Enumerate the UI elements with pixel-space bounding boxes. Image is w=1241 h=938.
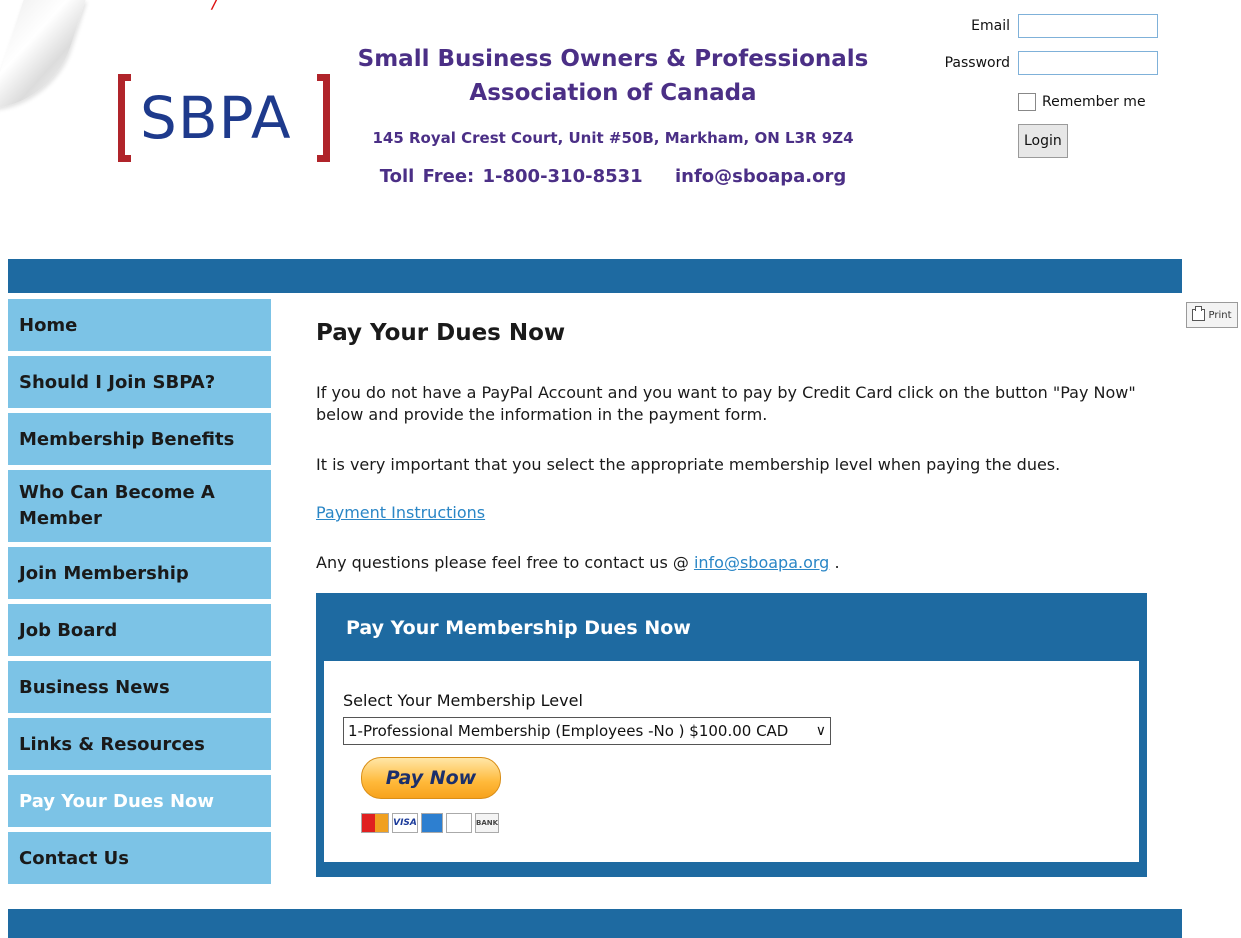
- password-row: Password: [930, 51, 1158, 75]
- sidebar-item-label: Join Membership: [19, 562, 189, 584]
- main-content: Pay Your Dues Now If you do not have a P…: [316, 320, 1156, 572]
- remember-me-label: Remember me: [1042, 94, 1146, 110]
- print-button[interactable]: Print: [1186, 302, 1238, 328]
- logo-right-bracket: [317, 74, 330, 162]
- sidebar-item-join-membership[interactable]: Join Membership: [8, 547, 271, 599]
- membership-level-notice: It is very important that you select the…: [316, 455, 1061, 474]
- top-nav-bar: [8, 259, 1182, 293]
- discover-icon: [446, 813, 472, 833]
- password-field[interactable]: [1018, 51, 1158, 75]
- org-name-line1: Small Business Owners & Professionals: [357, 46, 869, 72]
- card-logos: VISA BANK: [361, 813, 499, 833]
- sidebar-item-should-i-join[interactable]: Should I Join SBPA?: [8, 356, 271, 408]
- contact-email-link[interactable]: info@sboapa.org: [694, 553, 829, 572]
- amex-icon: [421, 813, 443, 833]
- sidebar-item-contact-us[interactable]: Contact Us: [8, 832, 271, 884]
- sidebar-item-label: Business News: [19, 676, 170, 698]
- email-row: Email: [930, 14, 1158, 38]
- sidebar-item-label: Links & Resources: [19, 733, 205, 755]
- sidebar-item-label: Membership Benefits: [19, 428, 235, 450]
- sidebar-item-job-board[interactable]: Job Board: [8, 604, 271, 656]
- org-address: 145 Royal Crest Court, Unit #50B, Markha…: [372, 129, 854, 147]
- page-curl-decoration: [0, 0, 86, 108]
- sidebar-item-business-news[interactable]: Business News: [8, 661, 271, 713]
- printer-icon: [1192, 306, 1206, 321]
- chevron-down-icon: ∨: [815, 723, 826, 739]
- payment-instructions-link[interactable]: Payment Instructions: [316, 503, 485, 522]
- sidebar-item-links-resources[interactable]: Links & Resources: [8, 718, 271, 770]
- sidebar-item-pay-your-dues[interactable]: Pay Your Dues Now: [8, 775, 271, 827]
- pay-now-button[interactable]: Pay Now: [361, 757, 501, 799]
- footer-bar: [8, 909, 1182, 938]
- membership-level-label: Select Your Membership Level: [343, 691, 583, 710]
- org-contact: Toll Free: 1-800-310-8531 info@sboapa.or…: [340, 166, 886, 187]
- sidebar-item-label: Job Board: [19, 619, 118, 641]
- print-button-label: Print: [1208, 309, 1232, 321]
- paypal-instructions-text: If you do not have a PayPal Account and …: [316, 383, 1136, 424]
- sidebar-item-label: Pay Your Dues Now: [19, 790, 215, 812]
- org-email[interactable]: info@sboapa.org: [675, 166, 846, 187]
- visa-icon: VISA: [392, 813, 418, 833]
- sidebar-item-home[interactable]: Home: [8, 299, 271, 351]
- page-title: Pay Your Dues Now: [316, 320, 566, 346]
- email-label: Email: [971, 18, 1010, 34]
- membership-level-select[interactable]: 1-Professional Membership (Employees -No…: [343, 717, 831, 745]
- toll-free-number: Toll Free: 1-800-310-8531: [379, 166, 643, 187]
- org-name-line2: Association of Canada: [469, 80, 757, 106]
- sbpa-logo[interactable]: SBPA: [118, 72, 330, 166]
- red-mark-decoration: /: [212, 0, 219, 13]
- dues-panel-body: Select Your Membership Level 1-Professio…: [324, 661, 1139, 862]
- contact-suffix: .: [834, 553, 840, 572]
- org-name: Small Business Owners & Professionals As…: [340, 42, 886, 110]
- sidebar-item-label: Contact Us: [19, 847, 130, 869]
- contact-prefix: Any questions please feel free to contac…: [316, 553, 689, 572]
- password-label: Password: [944, 55, 1010, 71]
- dues-payment-panel: Pay Your Membership Dues Now Select Your…: [316, 593, 1147, 877]
- sidebar-item-label: Home: [19, 314, 78, 336]
- mastercard-icon: [361, 813, 389, 833]
- remember-me[interactable]: Remember me: [1018, 93, 1146, 111]
- logo-text: SBPA: [140, 84, 292, 152]
- login-button[interactable]: Login: [1018, 124, 1068, 158]
- bank-icon: BANK: [475, 813, 499, 833]
- sidebar-item-label: Should I Join SBPA?: [19, 371, 216, 393]
- remember-me-checkbox[interactable]: [1018, 93, 1036, 111]
- contact-line: Any questions please feel free to contac…: [316, 552, 840, 574]
- dues-panel-title: Pay Your Membership Dues Now: [346, 617, 691, 639]
- email-field[interactable]: [1018, 14, 1158, 38]
- logo-left-bracket: [118, 74, 131, 162]
- sidebar-item-label: Who Can Become A Member: [19, 482, 215, 529]
- sidebar-item-who-can-become-member[interactable]: Who Can Become A Member: [8, 470, 271, 542]
- sidebar-nav: Home Should I Join SBPA? Membership Bene…: [8, 299, 271, 889]
- membership-level-selected: 1-Professional Membership (Employees -No…: [348, 722, 789, 740]
- sidebar-item-membership-benefits[interactable]: Membership Benefits: [8, 413, 271, 465]
